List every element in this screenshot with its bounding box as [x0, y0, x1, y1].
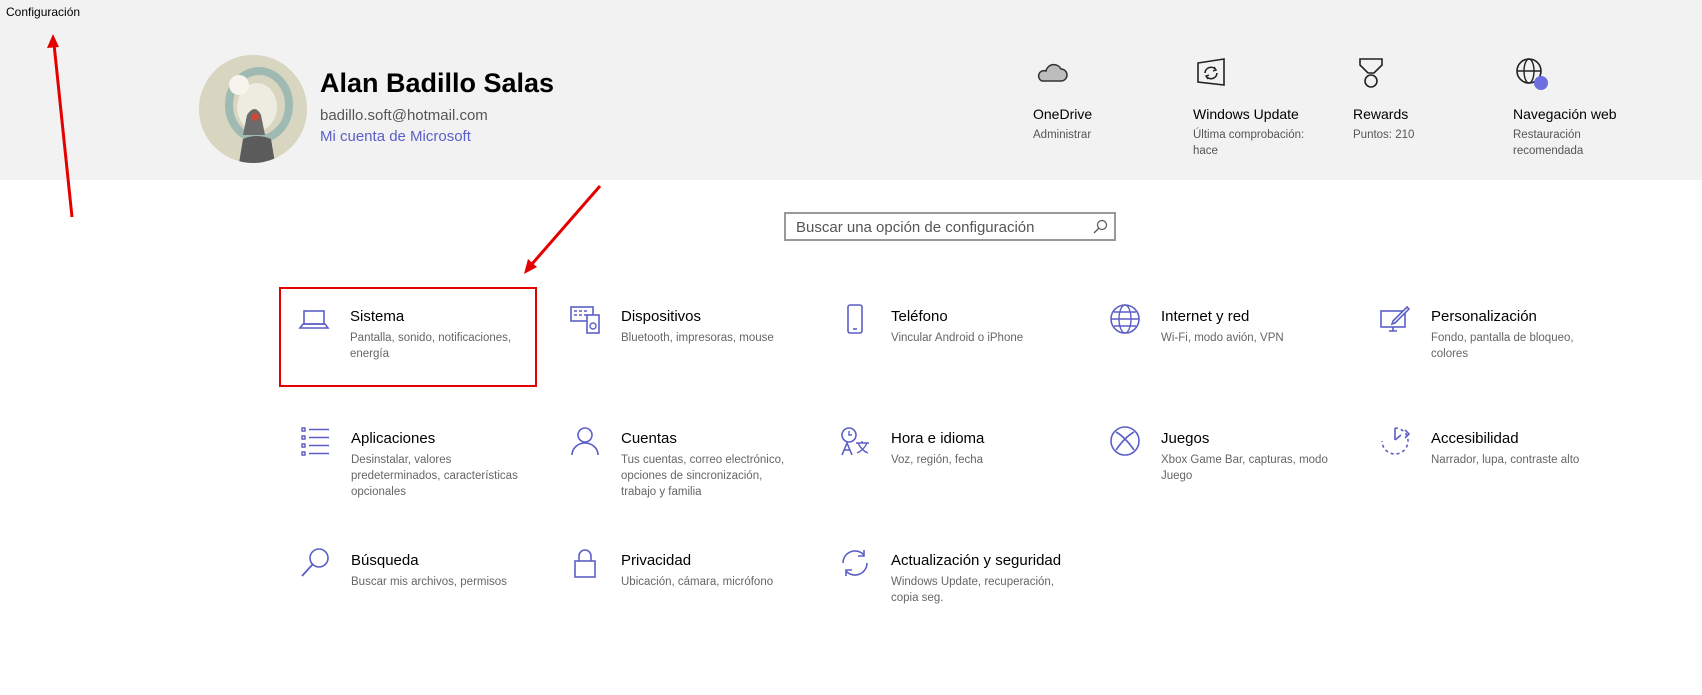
tile-title: Juegos: [1161, 430, 1210, 447]
tile-title: Cuentas: [621, 430, 677, 447]
tile-subtitle: Ubicación, cámara, micrófono: [621, 576, 774, 588]
personalization-icon: [1380, 305, 1411, 332]
tile-title: Sistema: [350, 308, 405, 325]
medal-icon: [1359, 58, 1383, 88]
settings-search-box[interactable]: [784, 212, 1116, 241]
tile-title: Privacidad: [621, 552, 692, 569]
accessibility-icon: [1381, 427, 1411, 455]
person-icon: [571, 427, 599, 456]
globe-icon: [1110, 304, 1140, 334]
tile-title: Teléfono: [891, 308, 948, 325]
tile-subtitle: Narrador, lupa, contraste alto: [1431, 454, 1580, 466]
window-title: Configuración: [6, 5, 81, 19]
shortcut-title: Rewards: [1353, 106, 1409, 122]
tile-cuentas[interactable]: Cuentas Tus cuentas, correo electrónico,…: [550, 409, 800, 504]
tile-subtitle: Xbox Game Bar, capturas, modo Juego: [1161, 454, 1328, 482]
shortcut-onedrive[interactable]: OneDrive Administrar: [1033, 55, 1168, 143]
tile-aplicaciones[interactable]: Aplicaciones Desinstalar, valores predet…: [280, 409, 530, 504]
shortcut-rewards[interactable]: Rewards Puntos: 210: [1353, 55, 1488, 143]
tile-accesibilidad[interactable]: Accesibilidad Narrador, lupa, contraste …: [1360, 409, 1610, 504]
search-icon[interactable]: [1092, 219, 1108, 235]
tile-privacidad[interactable]: Privacidad Ubicación, cámara, micrófono: [550, 531, 800, 626]
tile-subtitle: Wi-Fi, modo avión, VPN: [1161, 332, 1284, 344]
tile-title: Accesibilidad: [1431, 430, 1519, 447]
search-input[interactable]: [796, 218, 1086, 236]
xbox-icon: [1110, 426, 1140, 456]
tile-sistema[interactable]: Sistema Pantalla, sonido, notificaciones…: [279, 287, 537, 387]
time-language-icon: [841, 427, 869, 456]
tile-personalizacion[interactable]: Personalización Fondo, pantalla de bloqu…: [1360, 287, 1610, 382]
tile-title: Internet y red: [1161, 308, 1250, 325]
shortcut-title: OneDrive: [1033, 106, 1093, 122]
phone-icon: [847, 304, 863, 334]
tile-dispositivos[interactable]: Dispositivos Bluetooth, impresoras, mous…: [550, 287, 800, 382]
tile-subtitle: Voz, región, fecha: [891, 454, 984, 466]
shortcut-windows-update[interactable]: Windows Update Última comprobación: hace: [1193, 55, 1328, 159]
shortcut-subtitle: Puntos: 210: [1353, 129, 1415, 141]
shortcut-title: Windows Update: [1193, 106, 1299, 122]
tile-subtitle: Vincular Android o iPhone: [891, 332, 1024, 344]
avatar[interactable]: [199, 55, 307, 163]
microsoft-account-link[interactable]: Mi cuenta de Microsoft: [320, 128, 471, 145]
lock-icon: [574, 549, 596, 578]
tile-title: Aplicaciones: [351, 430, 436, 447]
tile-busqueda[interactable]: Búsqueda Buscar mis archivos, permisos: [280, 531, 530, 626]
apps-list-icon: [301, 427, 329, 456]
shortcut-web-browsing[interactable]: Navegación web Restauración recomendada: [1513, 55, 1648, 159]
shortcut-subtitle: Restauración recomendada: [1513, 129, 1584, 157]
tile-title: Dispositivos: [621, 308, 702, 325]
tile-title: Hora e idioma: [891, 430, 985, 447]
shortcut-subtitle: Administrar: [1033, 129, 1092, 141]
tile-telefono[interactable]: Teléfono Vincular Android o iPhone: [820, 287, 1070, 382]
search-icon: [301, 548, 329, 577]
tile-title: Actualización y seguridad: [891, 552, 1062, 569]
user-email: badillo.soft@hotmail.com: [320, 107, 488, 124]
tile-internet-y-red[interactable]: Internet y red Wi-Fi, modo avión, VPN: [1090, 287, 1340, 382]
cloud-icon: [1037, 63, 1068, 82]
tile-title: Personalización: [1431, 308, 1537, 325]
arrow-to-sistema-tile: [524, 185, 602, 274]
tile-subtitle: Desinstalar, valores predeterminados, ca…: [351, 454, 518, 498]
tile-subtitle: Buscar mis archivos, permisos: [351, 576, 507, 588]
sync-icon: [842, 550, 868, 576]
tile-subtitle: Bluetooth, impresoras, mouse: [621, 332, 774, 344]
tile-subtitle: Fondo, pantalla de bloqueo, colores: [1431, 332, 1574, 360]
tile-juegos[interactable]: Juegos Xbox Game Bar, capturas, modo Jue…: [1090, 409, 1340, 504]
tile-subtitle: Tus cuentas, correo electrónico, opcione…: [621, 454, 785, 498]
tile-actualizacion-y-seguridad[interactable]: Actualización y seguridad Windows Update…: [820, 531, 1070, 626]
windows-update-icon: [1197, 58, 1225, 86]
tile-subtitle: Windows Update, recuperación, copia seg.: [891, 576, 1054, 604]
tile-subtitle: Pantalla, sonido, notificaciones, energí…: [350, 332, 512, 360]
shortcut-title: Navegación web: [1513, 106, 1617, 122]
tile-hora-e-idioma[interactable]: Hora e idioma Voz, región, fecha: [820, 409, 1070, 504]
user-name: Alan Badillo Salas: [320, 68, 555, 98]
tile-title: Búsqueda: [351, 552, 419, 569]
laptop-icon: [298, 310, 330, 329]
globe-badge-icon: [1516, 58, 1548, 90]
devices-icon: [570, 306, 600, 334]
shortcut-subtitle: Última comprobación: hace: [1193, 129, 1305, 157]
